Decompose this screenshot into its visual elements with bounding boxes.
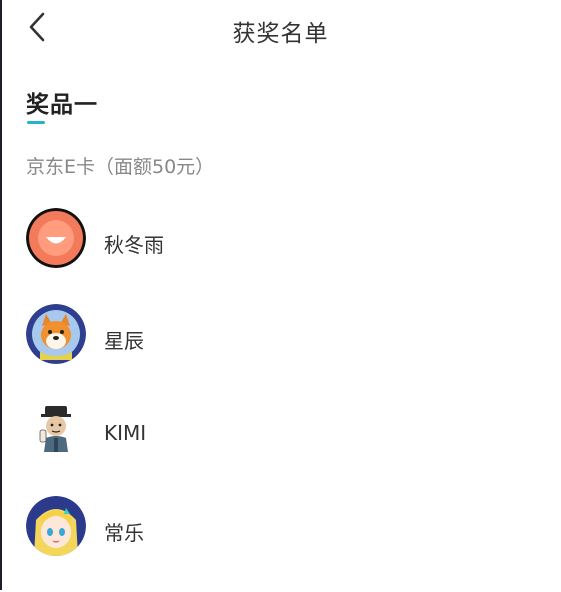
winner-name: 星辰 <box>104 329 144 353</box>
avatar <box>26 496 86 556</box>
tab-label: 奖品一 <box>26 92 98 118</box>
tab-prize-one[interactable]: 奖品一 <box>26 85 98 119</box>
avatar <box>26 208 86 268</box>
header: 获奖名单 <box>0 0 561 58</box>
avatar <box>26 400 86 460</box>
avatar <box>26 304 86 364</box>
page-title: 获奖名单 <box>232 21 329 47</box>
tab-active-indicator <box>27 121 45 124</box>
prize-description: 京东E卡（面额50元） <box>26 156 215 178</box>
winner-name: KIMI <box>104 421 147 445</box>
winner-name: 秋冬雨 <box>104 233 164 257</box>
winner-name: 常乐 <box>104 521 144 545</box>
window-edge <box>0 0 2 590</box>
